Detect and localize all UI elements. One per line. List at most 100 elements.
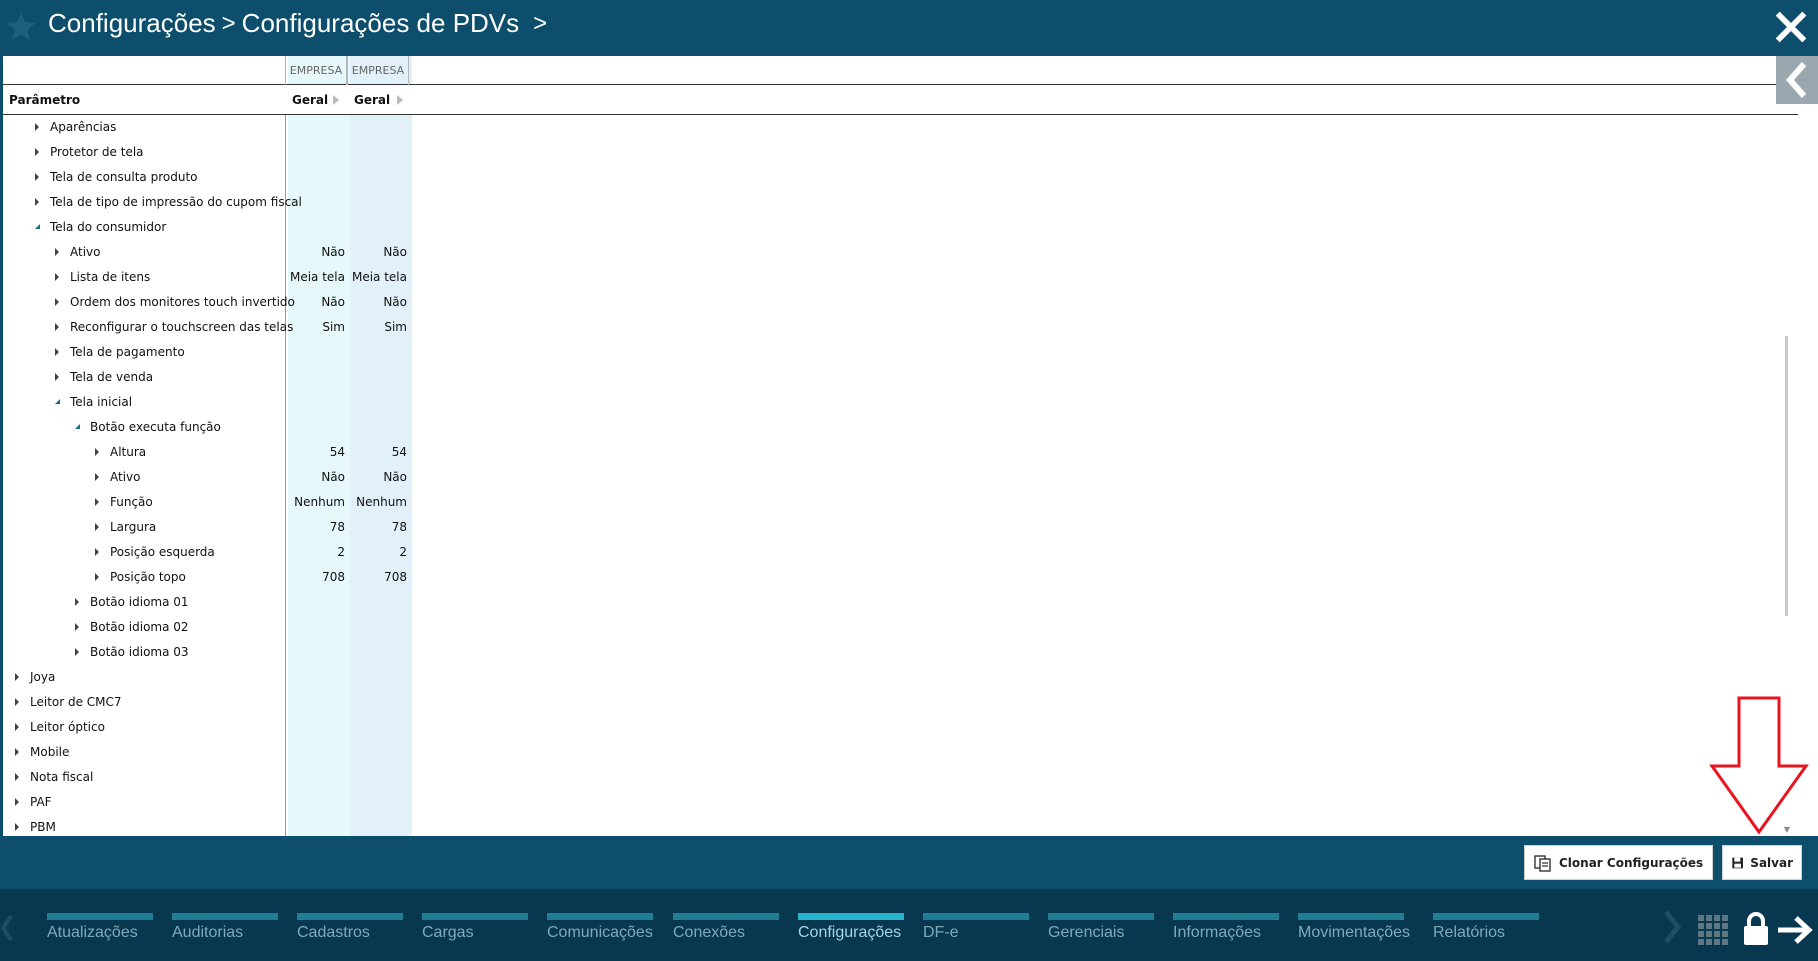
- clone-configurations-button[interactable]: Clonar Configurações: [1524, 845, 1713, 880]
- tree-row-value-geral-2[interactable]: 708: [349, 570, 407, 584]
- grid-icon[interactable]: [1696, 913, 1730, 947]
- chevron-left-icon[interactable]: [0, 913, 14, 943]
- tree-row[interactable]: Altura 54 54: [3, 440, 1798, 465]
- chevron-right-icon[interactable]: [1662, 909, 1682, 945]
- tree-row-value-geral-1[interactable]: Nenhum: [287, 495, 345, 509]
- expand-arrow-right-icon[interactable]: [35, 198, 39, 206]
- module-tab[interactable]: Configurações: [798, 913, 904, 961]
- tree-row[interactable]: PBM: [3, 815, 1798, 836]
- module-tab[interactable]: Gerenciais: [1048, 913, 1154, 961]
- breadcrumb-item-configuracoes[interactable]: Configurações: [48, 8, 216, 39]
- collapse-panel-icon[interactable]: [1776, 56, 1818, 104]
- tree-row-value-geral-2[interactable]: Não: [349, 295, 407, 309]
- tree-row[interactable]: Tela de tipo de impressão do cupom fisca…: [3, 190, 1798, 215]
- expand-arrow-right-icon[interactable]: [55, 248, 59, 256]
- tree-row[interactable]: Mobile: [3, 740, 1798, 765]
- module-tab[interactable]: Comunicações: [547, 913, 653, 961]
- tree-row-value-geral-1[interactable]: Não: [287, 245, 345, 259]
- tree-row[interactable]: Protetor de tela: [3, 140, 1798, 165]
- tree-row-value-geral-2[interactable]: Nenhum: [349, 495, 407, 509]
- tree-row[interactable]: Posição topo 708 708: [3, 565, 1798, 590]
- exit-arrow-icon[interactable]: [1776, 913, 1814, 947]
- expand-arrow-down-icon[interactable]: [55, 399, 60, 404]
- expand-arrow-right-icon[interactable]: [55, 323, 59, 331]
- expand-arrow-right-icon[interactable]: [55, 273, 59, 281]
- tree-row-value-geral-2[interactable]: Não: [349, 245, 407, 259]
- expand-arrow-right-icon[interactable]: [35, 123, 39, 131]
- expand-arrow-right-icon[interactable]: [15, 748, 19, 756]
- module-tab[interactable]: Conexões: [673, 913, 779, 961]
- expand-arrow-right-icon[interactable]: [95, 498, 99, 506]
- expand-arrow-right-icon[interactable]: [75, 598, 79, 606]
- module-tab[interactable]: Cargas: [422, 913, 528, 961]
- tree-row[interactable]: Botão executa função: [3, 415, 1798, 440]
- column-expand-icon[interactable]: [333, 95, 339, 105]
- tree-row[interactable]: Tela do consumidor: [3, 215, 1798, 240]
- expand-arrow-right-icon[interactable]: [95, 548, 99, 556]
- vertical-scrollbar[interactable]: [1785, 336, 1788, 616]
- module-tab[interactable]: Informações: [1173, 913, 1279, 961]
- tree-row-value-geral-1[interactable]: Não: [287, 470, 345, 484]
- expand-arrow-right-icon[interactable]: [75, 623, 79, 631]
- tree-row[interactable]: PAF: [3, 790, 1798, 815]
- expand-arrow-right-icon[interactable]: [55, 298, 59, 306]
- tree-row[interactable]: Lista de itens Meia tela Meia tela: [3, 265, 1798, 290]
- save-button[interactable]: Salvar: [1722, 845, 1802, 880]
- module-tab[interactable]: Auditorias: [172, 913, 278, 961]
- expand-arrow-down-icon[interactable]: [35, 224, 40, 229]
- star-icon[interactable]: [4, 10, 38, 44]
- tree-row[interactable]: Ativo Não Não: [3, 465, 1798, 490]
- lock-icon[interactable]: [1741, 911, 1771, 947]
- expand-arrow-right-icon[interactable]: [55, 373, 59, 381]
- tree-row[interactable]: Tela de consulta produto: [3, 165, 1798, 190]
- tree-row-value-geral-2[interactable]: 78: [349, 520, 407, 534]
- tree-row[interactable]: Ativo Não Não: [3, 240, 1798, 265]
- tree-row-value-geral-2[interactable]: Sim: [349, 320, 407, 334]
- tree-row-value-geral-1[interactable]: 54: [287, 445, 345, 459]
- tree-row-value-geral-2[interactable]: 54: [349, 445, 407, 459]
- expand-arrow-right-icon[interactable]: [15, 673, 19, 681]
- expand-arrow-right-icon[interactable]: [95, 523, 99, 531]
- column-header-geral-1[interactable]: Geral: [292, 93, 328, 107]
- expand-arrow-right-icon[interactable]: [15, 773, 19, 781]
- column-expand-icon[interactable]: [397, 95, 403, 105]
- tree-row-value-geral-1[interactable]: Sim: [287, 320, 345, 334]
- module-tab[interactable]: Atualizações: [47, 913, 153, 961]
- tree-row[interactable]: Aparências: [3, 115, 1798, 140]
- expand-arrow-right-icon[interactable]: [95, 573, 99, 581]
- expand-arrow-right-icon[interactable]: [95, 448, 99, 456]
- close-icon[interactable]: [1774, 10, 1808, 44]
- expand-arrow-right-icon[interactable]: [55, 348, 59, 356]
- module-tab[interactable]: Movimentações: [1298, 913, 1410, 961]
- tree-row-value-geral-1[interactable]: Meia tela: [287, 270, 345, 284]
- tree-row[interactable]: Largura 78 78: [3, 515, 1798, 540]
- expand-arrow-right-icon[interactable]: [75, 648, 79, 656]
- tree-row-value-geral-2[interactable]: Não: [349, 470, 407, 484]
- tree-row[interactable]: Posição esquerda 2 2: [3, 540, 1798, 565]
- tree-row[interactable]: Botão idioma 01: [3, 590, 1798, 615]
- expand-arrow-right-icon[interactable]: [35, 148, 39, 156]
- tree-row[interactable]: Tela de pagamento: [3, 340, 1798, 365]
- module-tab[interactable]: Cadastros: [297, 913, 403, 961]
- tree-row[interactable]: Leitor de CMC7: [3, 690, 1798, 715]
- expand-arrow-right-icon[interactable]: [95, 473, 99, 481]
- tree-row-value-geral-1[interactable]: 708: [287, 570, 345, 584]
- module-tab[interactable]: DF-e: [923, 913, 1029, 961]
- tree-row[interactable]: Reconfigurar o touchscreen das telas Sim S…: [3, 315, 1798, 340]
- tree-row-value-geral-1[interactable]: Não: [287, 295, 345, 309]
- tree-row[interactable]: Função Nenhum Nenhum: [3, 490, 1798, 515]
- tree-row-value-geral-1[interactable]: 2: [287, 545, 345, 559]
- tree-row-value-geral-2[interactable]: Meia tela: [349, 270, 407, 284]
- tree-row[interactable]: Joya: [3, 665, 1798, 690]
- tree-row[interactable]: Tela de venda: [3, 365, 1798, 390]
- tree-row[interactable]: Ordem dos monitores touch invertido Não Nã…: [3, 290, 1798, 315]
- tree-row[interactable]: Tela inicial: [3, 390, 1798, 415]
- tree-row[interactable]: Leitor óptico: [3, 715, 1798, 740]
- expand-arrow-right-icon[interactable]: [35, 173, 39, 181]
- breadcrumb-item-configuracoes-pdvs[interactable]: Configurações de PDVs: [242, 8, 519, 39]
- tree-row[interactable]: Botão idioma 02: [3, 615, 1798, 640]
- tree-row-value-geral-2[interactable]: 2: [349, 545, 407, 559]
- tree-row-value-geral-1[interactable]: 78: [287, 520, 345, 534]
- tree-row[interactable]: Botão idioma 03: [3, 640, 1798, 665]
- expand-arrow-right-icon[interactable]: [15, 723, 19, 731]
